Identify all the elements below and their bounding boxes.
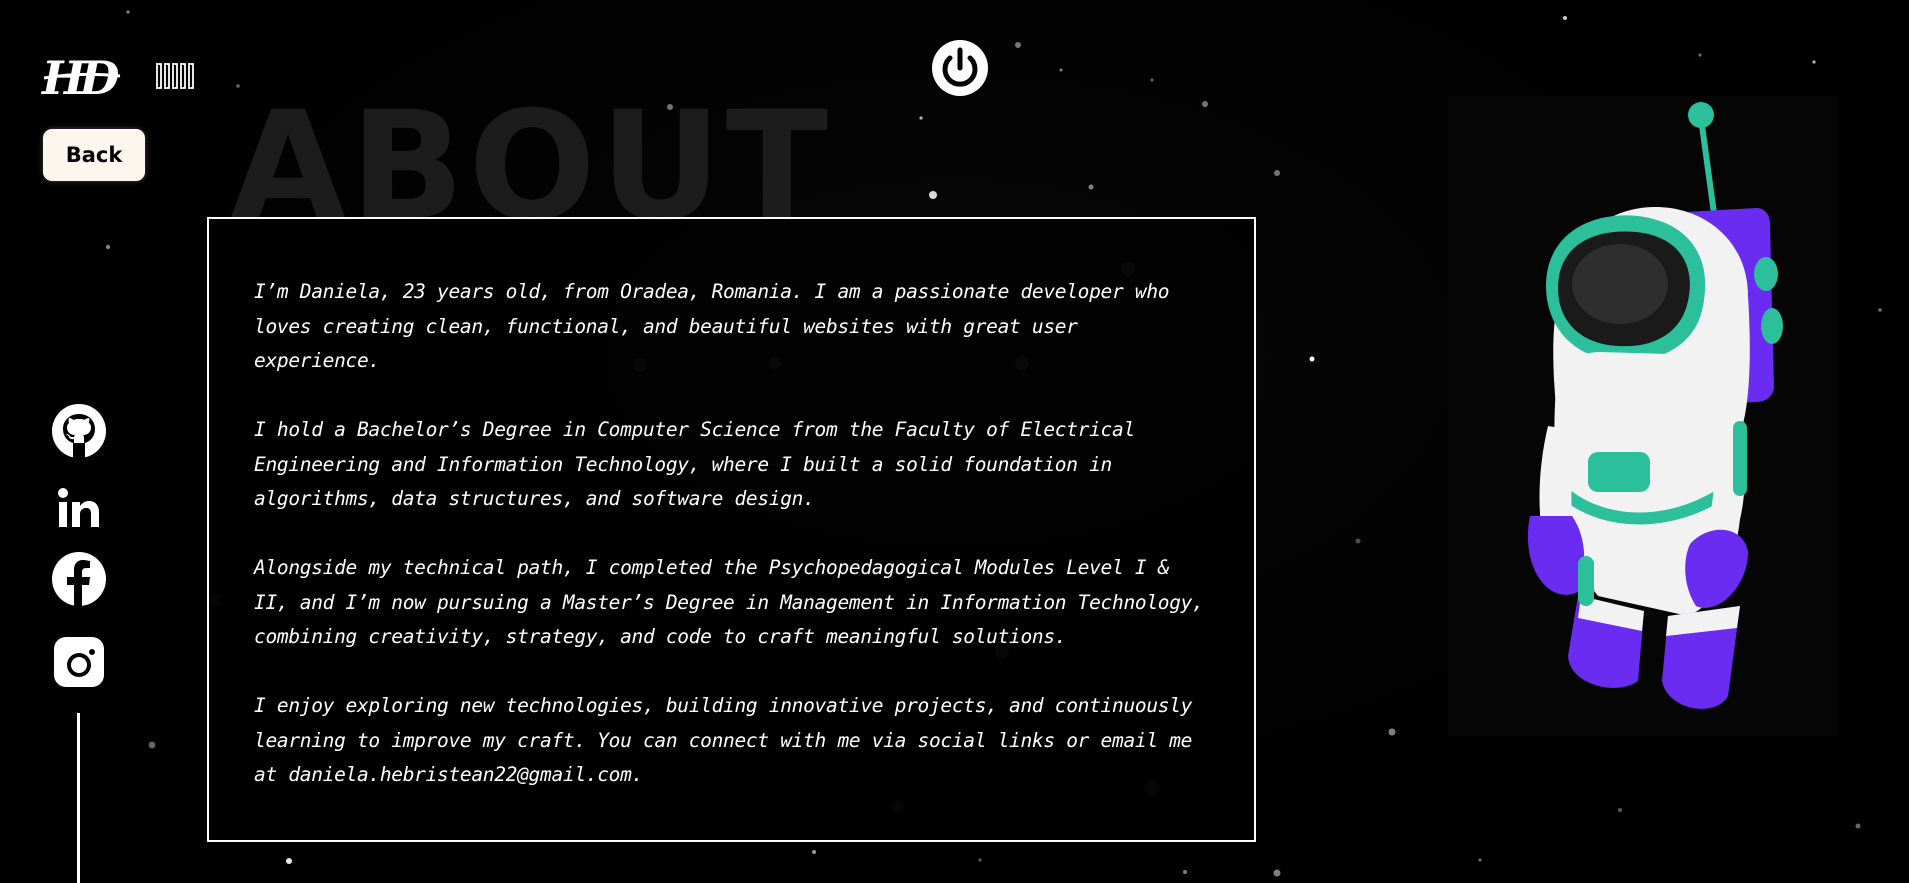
instagram-icon bbox=[54, 637, 104, 687]
linkedin-icon bbox=[58, 488, 99, 527]
github-icon bbox=[52, 404, 106, 458]
back-button[interactable]: Back bbox=[43, 129, 145, 181]
social-divider-line bbox=[77, 713, 80, 883]
facebook-icon bbox=[52, 552, 106, 606]
about-text-card: I’m Daniela, 23 years old, from Oradea, … bbox=[207, 217, 1256, 842]
about-page: HD Back ABOUT I’m Daniela, 23 years old,… bbox=[0, 0, 1909, 883]
github-link[interactable] bbox=[50, 402, 108, 460]
hd-logo[interactable]: HD bbox=[40, 48, 124, 106]
sound-bars-icon[interactable] bbox=[156, 62, 202, 90]
power-icon[interactable] bbox=[930, 38, 990, 98]
instagram-link[interactable] bbox=[50, 633, 108, 691]
facebook-link[interactable] bbox=[50, 550, 108, 608]
about-paragraph: I hold a Bachelor’s Degree in Computer S… bbox=[254, 418, 1135, 510]
about-paragraph: I enjoy exploring new technologies, buil… bbox=[254, 694, 1193, 786]
about-paragraph: I’m Daniela, 23 years old, from Oradea, … bbox=[254, 280, 1170, 372]
linkedin-link[interactable] bbox=[50, 480, 108, 538]
about-paragraph: Alongside my technical path, I completed… bbox=[254, 556, 1204, 648]
astronaut-illustration bbox=[1448, 96, 1838, 736]
